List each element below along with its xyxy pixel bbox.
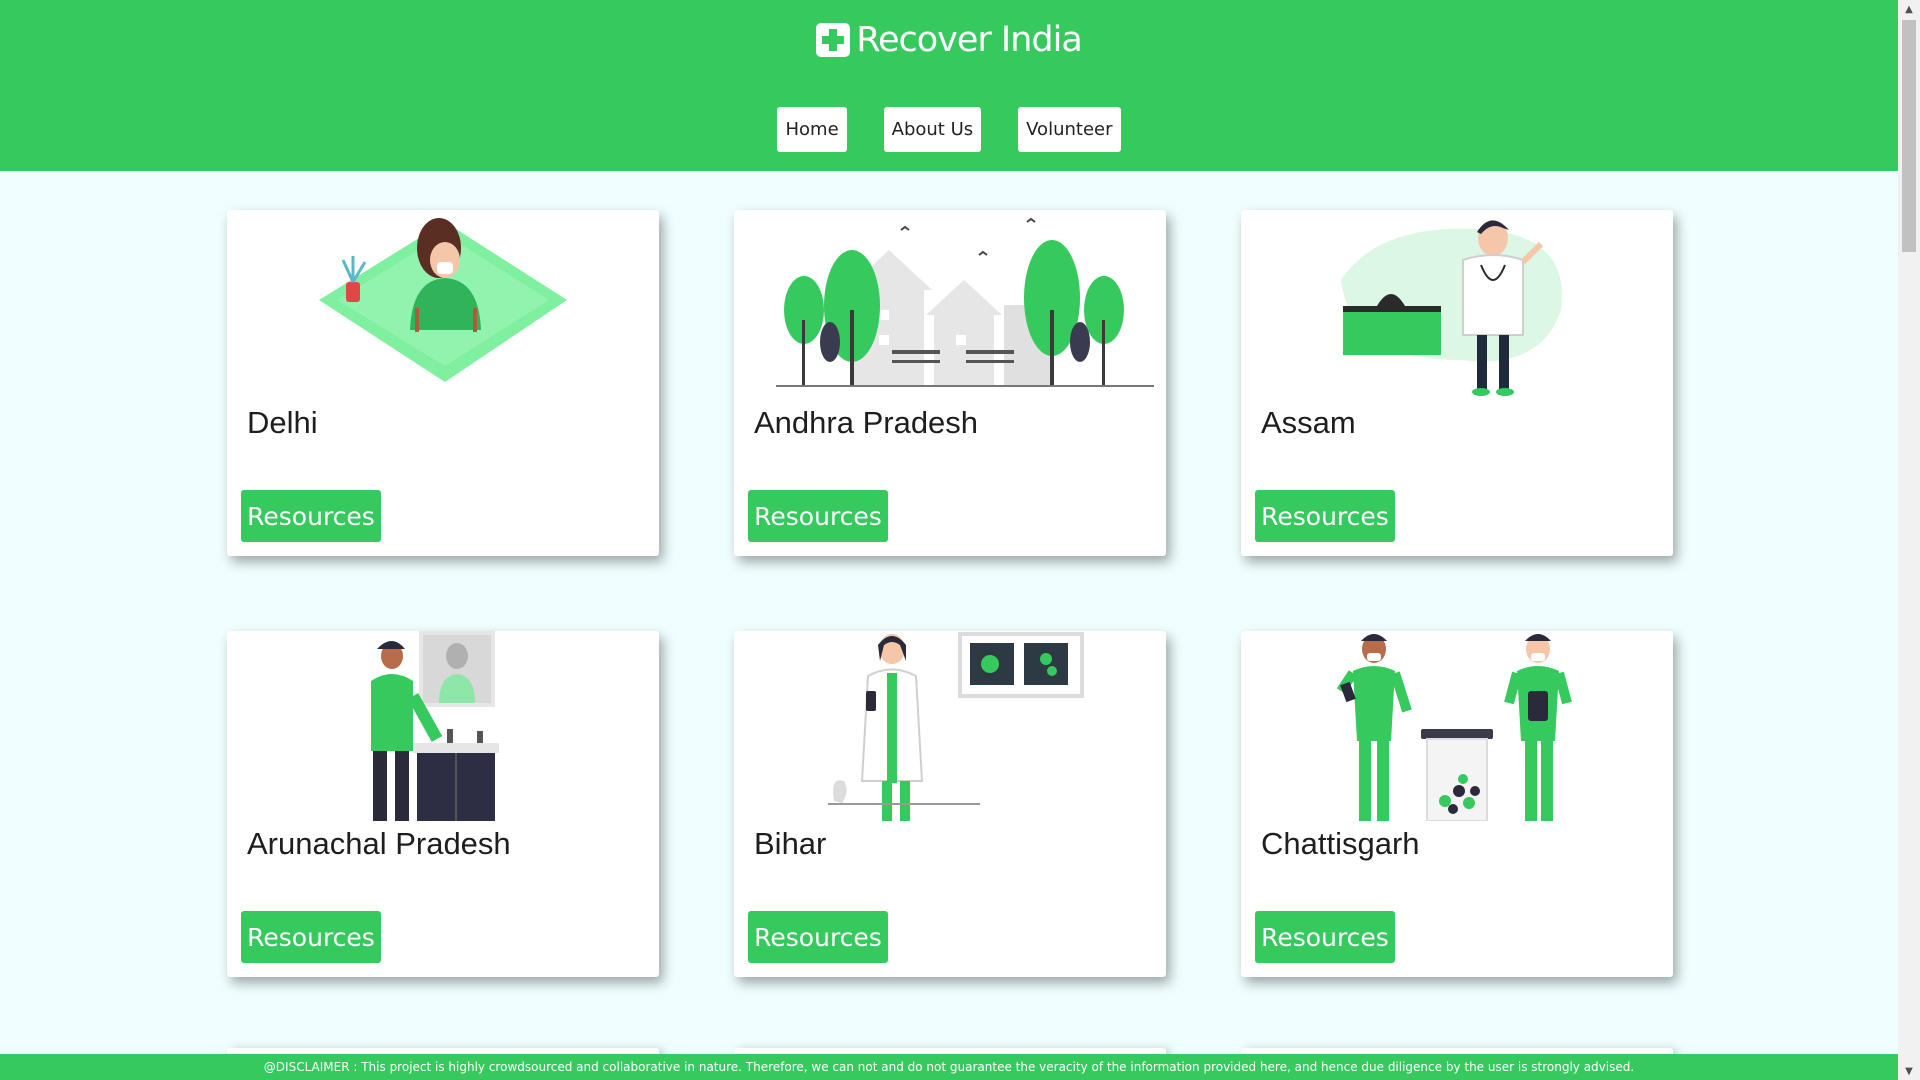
scroll-thumb[interactable] [1902,20,1916,252]
nav-home-button[interactable]: Home [777,107,847,152]
main-nav: Home About Us Volunteer [0,107,1898,152]
state-name: Delhi [247,405,318,440]
site-title: Recover India [856,20,1083,60]
state-name: Andhra Pradesh [754,405,979,440]
doctor-illustration [1241,210,1673,400]
scroll-down-icon[interactable]: ▼ [1898,1062,1920,1080]
nurses-pills-illustration [1241,631,1673,821]
state-card-delhi: Delhi Resources [227,210,659,556]
nav-about-us-button[interactable]: About Us [883,107,982,152]
resources-button[interactable]: Resources [748,490,888,542]
page: Recover India Home About Us Volunteer De… [0,0,1898,1080]
vertical-scrollbar[interactable]: ▲ ▼ [1898,0,1920,1080]
site-header: Recover India Home About Us Volunteer [0,0,1898,171]
brand[interactable]: Recover India [0,20,1898,60]
resources-button[interactable]: Resources [1255,490,1395,542]
disclaimer-footer: @DISCLAIMER : This project is highly cro… [0,1054,1898,1080]
resources-button[interactable]: Resources [241,911,381,963]
masked-woman-illustration [227,210,659,400]
state-name: Arunachal Pradesh [247,826,511,861]
handwashing-illustration [227,631,659,821]
state-name: Bihar [754,826,827,861]
state-card-andhra-pradesh: Andhra Pradesh Resources [734,210,1166,556]
medical-plus-icon [816,23,851,57]
nav-volunteer-button[interactable]: Volunteer [1018,107,1121,152]
state-name: Chattisgarh [1261,826,1420,861]
park-city-illustration [734,210,1166,400]
resources-button[interactable]: Resources [241,490,381,542]
disclaimer-text: @DISCLAIMER : This project is highly cro… [263,1060,1635,1074]
state-card-chattisgarh: Chattisgarh Resources [1241,631,1673,977]
scroll-up-icon[interactable]: ▲ [1898,0,1920,18]
state-card-arunachal-pradesh: Arunachal Pradesh Resources [227,631,659,977]
resources-button[interactable]: Resources [748,911,888,963]
state-card-assam: Assam Resources [1241,210,1673,556]
resources-button[interactable]: Resources [1255,911,1395,963]
state-card-bihar: Bihar Resources [734,631,1166,977]
state-name: Assam [1261,405,1356,440]
doctor-xray-illustration [734,631,1166,821]
